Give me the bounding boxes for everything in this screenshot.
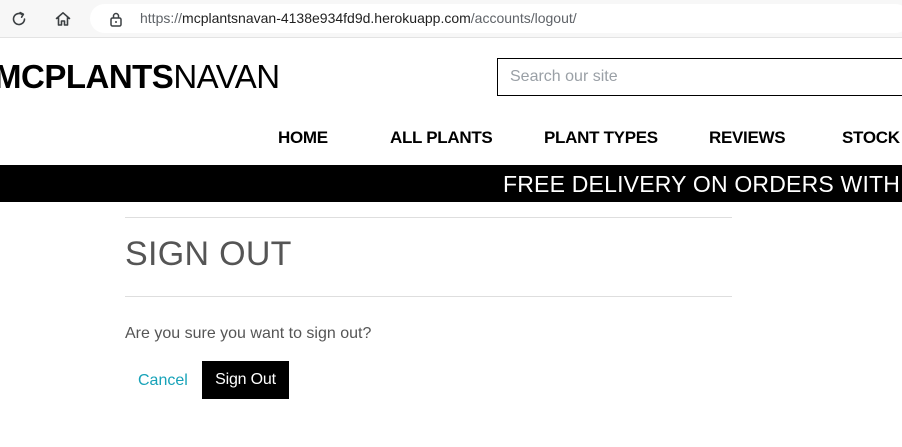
top-divider: [125, 217, 732, 218]
promo-text: FREE DELIVERY ON ORDERS WITHIN: [503, 171, 902, 197]
nav-item-plant-types[interactable]: PLANT TYPES: [544, 128, 658, 148]
home-icon[interactable]: [51, 7, 75, 31]
cancel-link[interactable]: Cancel: [138, 371, 188, 391]
signout-confirmation-text: Are you sure you want to sign out?: [125, 325, 372, 342]
address-bar[interactable]: https://mcplantsnavan-4138e934fd9d.herok…: [90, 4, 902, 33]
sign-out-button[interactable]: Sign Out: [202, 361, 289, 399]
nav-item-stock[interactable]: STOCK: [842, 128, 900, 148]
url-text: https://mcplantsnavan-4138e934fd9d.herok…: [140, 9, 577, 27]
logo-light-text: NAVAN: [173, 58, 280, 95]
page-title: SIGN OUT: [125, 235, 292, 273]
title-divider: [125, 296, 732, 297]
promo-banner: FREE DELIVERY ON ORDERS WITHIN: [0, 165, 902, 202]
nav-item-reviews[interactable]: REVIEWS: [709, 128, 786, 148]
nav-item-all-plants[interactable]: ALL PLANTS: [390, 128, 493, 148]
url-host: mcplantsnavan-4138e934fd9d.herokuapp.com: [182, 10, 471, 26]
lock-icon[interactable]: [109, 11, 123, 32]
url-scheme: https://: [140, 10, 183, 26]
search-box: [497, 58, 902, 96]
nav-item-home[interactable]: HOME: [278, 128, 328, 148]
reload-icon[interactable]: [7, 7, 31, 31]
logo-bold-text: MCPLANTS: [0, 58, 174, 95]
browser-toolbar: https://mcplantsnavan-4138e934fd9d.herok…: [0, 0, 902, 38]
search-input[interactable]: [498, 59, 902, 95]
url-path: /accounts/logout/: [470, 10, 577, 26]
site-logo[interactable]: MCPLANTSNAVAN: [0, 57, 280, 97]
